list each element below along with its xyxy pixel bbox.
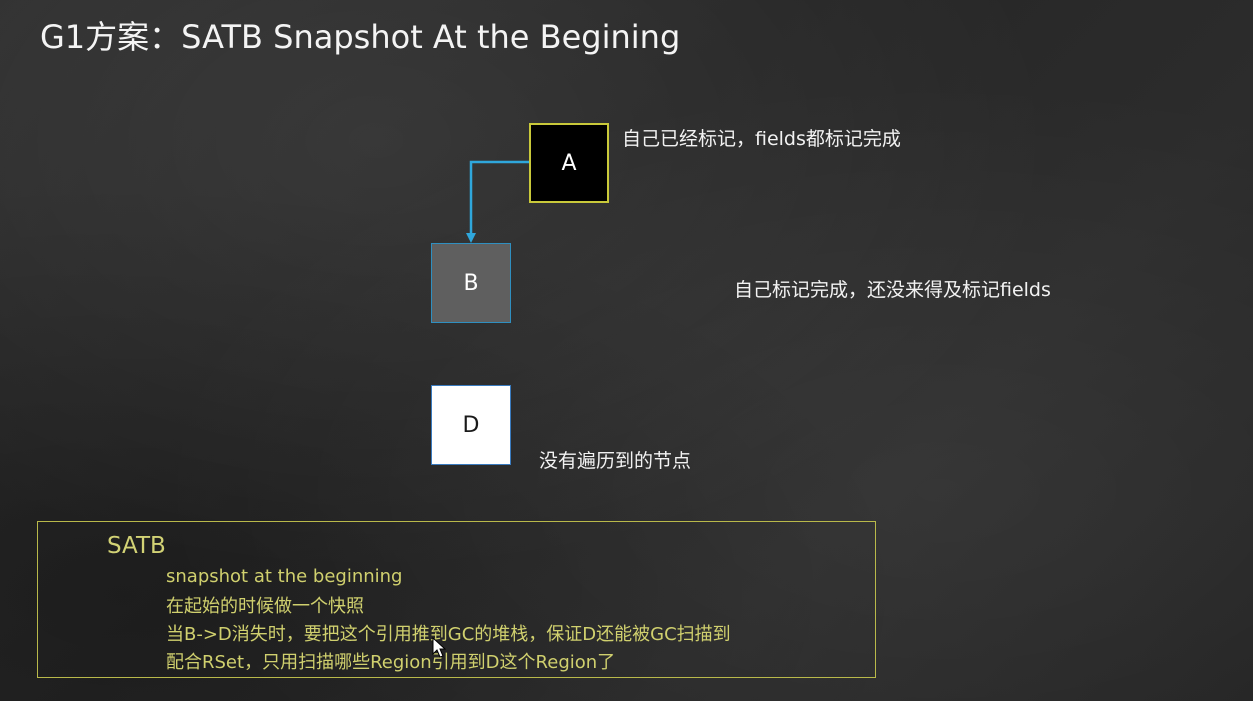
satb-line: 当B->D消失时，要把这个引用推到GC的堆栈，保证D还能被GC扫描到	[166, 624, 731, 645]
node-a-description: 自己已经标记，fields都标记完成	[622, 128, 901, 150]
satb-line: 配合RSet，只用扫描哪些Region引用到D这个Region了	[166, 652, 616, 673]
slide-title: G1方案：SATB Snapshot At the Begining	[40, 18, 681, 56]
satb-explanation-box: SATB snapshot at the beginning 在起始的时候做一个…	[37, 521, 876, 678]
node-a: A	[529, 123, 609, 203]
node-d: D	[431, 385, 511, 465]
node-a-letter: A	[561, 150, 577, 176]
satb-line: 在起始的时候做一个快照	[166, 596, 364, 617]
node-d-letter: D	[462, 412, 480, 438]
node-d-description: 没有遍历到的节点	[539, 450, 692, 472]
node-b: B	[431, 243, 511, 323]
node-b-description: 自己标记完成，还没来得及标记fields	[734, 279, 1051, 301]
satb-heading: SATB	[107, 533, 166, 559]
node-b-letter: B	[463, 270, 479, 296]
satb-line: snapshot at the beginning	[166, 566, 403, 587]
mouse-pointer-icon	[432, 637, 446, 658]
